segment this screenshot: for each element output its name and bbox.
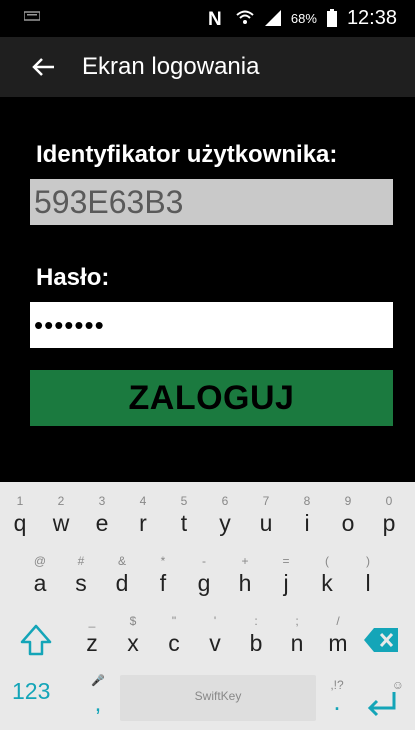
login-button[interactable]: ZALOGUJ <box>30 370 393 426</box>
key-f[interactable]: * f <box>143 548 183 604</box>
emoji-icon: ☺ <box>391 678 404 692</box>
key-o[interactable]: 9o <box>328 488 368 544</box>
signal-icon <box>264 10 281 26</box>
key-s[interactable]: # s <box>61 548 101 604</box>
user-id-label: Identyfikator użytkownika: <box>36 141 338 168</box>
clock: 12:38 <box>346 6 397 29</box>
key-k[interactable]: (k <box>307 548 347 604</box>
shift-icon[interactable] <box>14 618 58 662</box>
login-form: Identyfikator użytkownika: Hasło: ZALOGU… <box>0 97 415 482</box>
battery-percent: 68% <box>290 10 317 26</box>
page-title: Ekran logowania <box>82 53 260 80</box>
nfc-icon: N <box>208 9 222 28</box>
key-b[interactable]: :b <box>236 608 276 664</box>
microphone-icon: 🎤 <box>91 675 105 687</box>
status-bar: N 68% 12:38 <box>0 0 415 37</box>
notification-icon <box>24 11 40 21</box>
key-r[interactable]: 4r <box>123 488 163 544</box>
space-bar[interactable]: SwiftKey <box>120 675 316 721</box>
password-input[interactable] <box>30 302 393 348</box>
numbers-key[interactable]: 123 <box>12 678 72 722</box>
key-i[interactable]: 8i <box>287 488 327 544</box>
key-u[interactable]: 7u <box>246 488 286 544</box>
key-h[interactable]: + h <box>225 548 265 604</box>
enter-key[interactable]: ☺ <box>360 678 404 722</box>
app-bar: Ekran logowania <box>0 37 415 97</box>
arrow-left-icon[interactable] <box>28 51 60 83</box>
battery-icon <box>326 9 337 27</box>
backspace-icon[interactable] <box>362 622 402 658</box>
keyboard: 1q 2w 3e 4r 5t 6y 7u 8i 9o 0p @ a # s & d *… <box>0 482 415 730</box>
password-label: Hasło: <box>36 264 110 291</box>
key-v[interactable]: ' v <box>195 608 235 664</box>
key-p[interactable]: 0p <box>369 488 409 544</box>
key-q[interactable]: 1q <box>0 488 40 544</box>
key-m[interactable]: / m <box>318 608 358 664</box>
key-n[interactable]: ; n <box>277 608 317 664</box>
key-x[interactable]: $ x <box>113 608 153 664</box>
key-l[interactable]: ) l <box>348 548 388 604</box>
key-y[interactable]: 6y <box>205 488 245 544</box>
key-d[interactable]: & d <box>102 548 142 604</box>
key-a[interactable]: @ a <box>20 548 60 604</box>
key-t[interactable]: 5t <box>164 488 204 544</box>
key-j[interactable]: = j <box>266 548 306 604</box>
key-w[interactable]: 2w <box>41 488 81 544</box>
status-right: N 68% 12:38 <box>207 3 397 33</box>
svg-text:N: N <box>208 9 222 28</box>
key-g[interactable]: -g <box>184 548 224 604</box>
key-e[interactable]: 3e <box>82 488 122 544</box>
user-id-input[interactable] <box>30 179 393 225</box>
key-z[interactable]: _ z <box>72 608 112 664</box>
period-key[interactable]: ,!? . <box>322 672 352 728</box>
comma-key[interactable]: 🎤 , <box>80 672 116 728</box>
wifi-icon <box>236 10 254 24</box>
swiftkey-logo: SwiftKey <box>194 689 242 703</box>
key-c[interactable]: " c <box>154 608 194 664</box>
